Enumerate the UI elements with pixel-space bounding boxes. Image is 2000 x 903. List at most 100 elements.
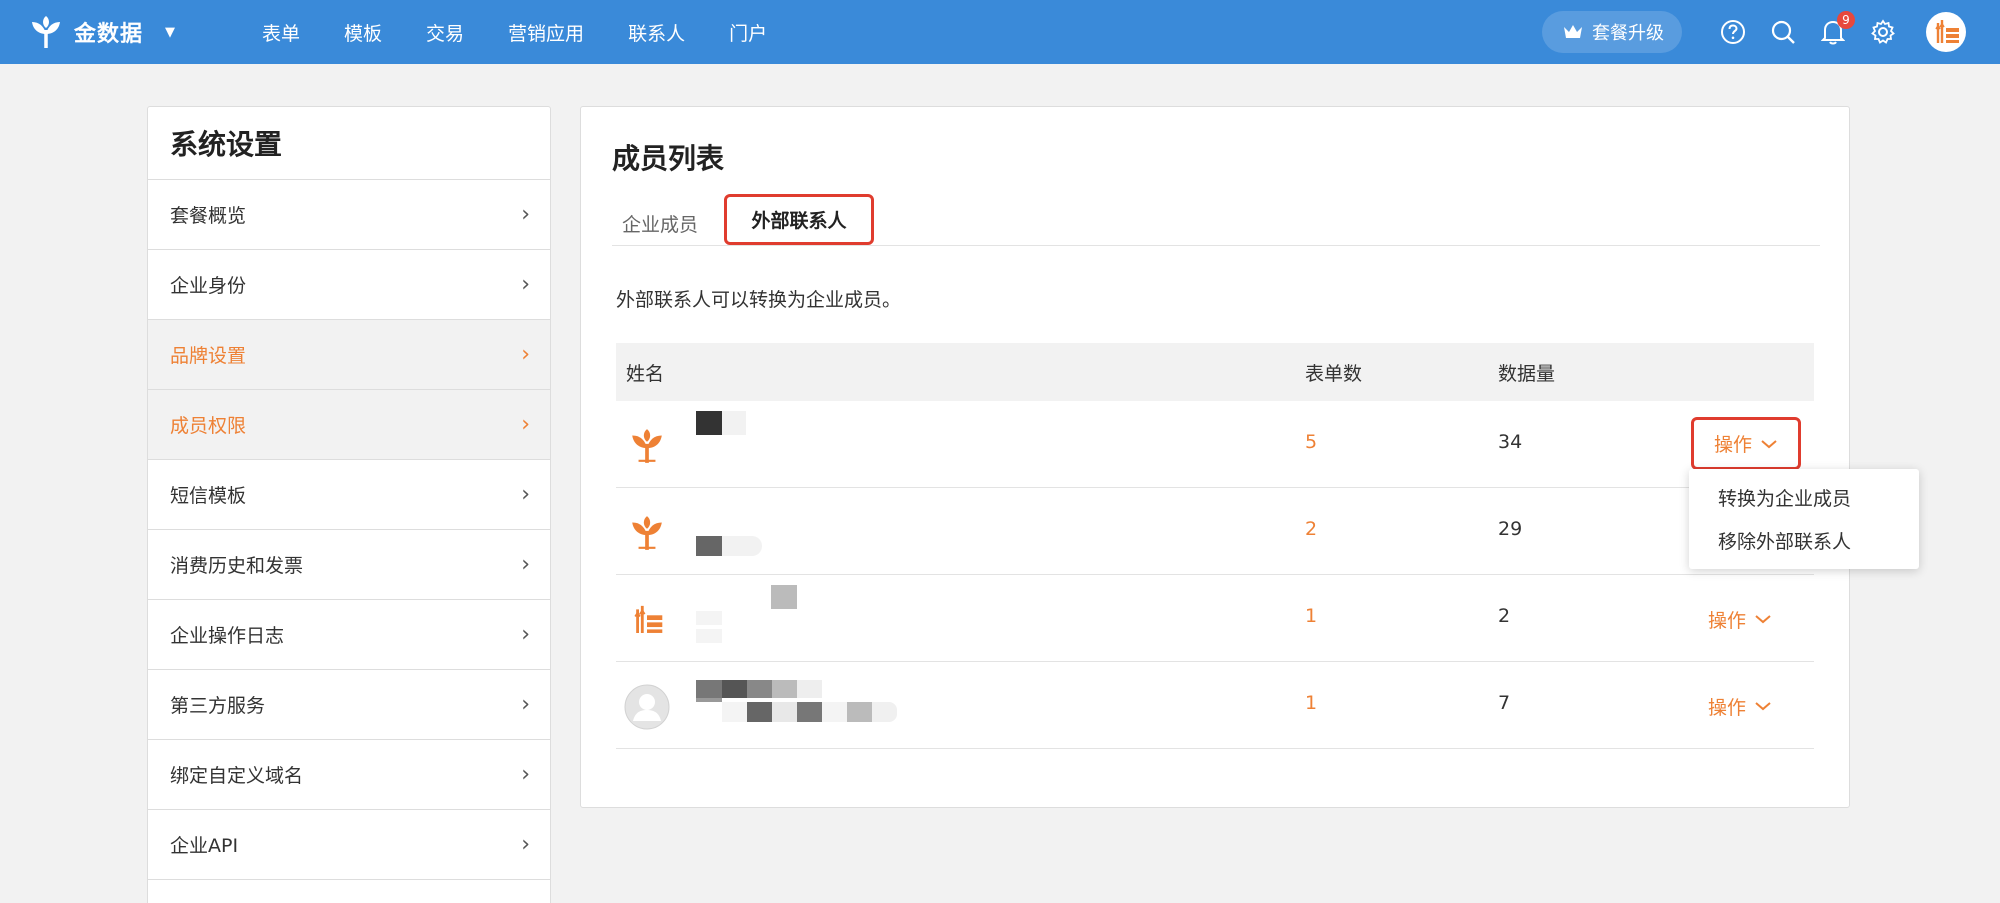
- data-count: 2: [1498, 605, 1511, 627]
- notification-badge: 9: [1837, 11, 1855, 29]
- gear-icon[interactable]: [1869, 18, 1897, 46]
- chevron-down-icon: [1755, 615, 1771, 624]
- actions-dropdown-button[interactable]: 操作: [1708, 600, 1772, 638]
- sidebar-title: 系统设置: [148, 107, 550, 180]
- chevron-right-icon: ›: [521, 342, 530, 367]
- form-count: 5: [1305, 431, 1318, 453]
- nav-item-transactions[interactable]: 交易: [426, 19, 464, 46]
- menu-item-remove-external-contact[interactable]: 移除外部联系人: [1689, 519, 1919, 562]
- sidebar-item-brand-settings[interactable]: 品牌设置 ›: [148, 320, 550, 390]
- sidebar-item-label: 企业API: [170, 835, 239, 857]
- sidebar-item-billing-history[interactable]: 消费历史和发票 ›: [148, 530, 550, 600]
- sidebar-item-operation-log[interactable]: 企业操作日志 ›: [148, 600, 550, 670]
- avatar: [624, 597, 670, 643]
- actions-label: 操作: [1713, 434, 1752, 456]
- chevron-down-icon: [1761, 439, 1777, 448]
- column-header-name: 姓名: [626, 362, 665, 385]
- brand-switcher[interactable]: 金数据 ▼: [28, 0, 175, 64]
- page-title: 成员列表: [612, 142, 725, 175]
- table-header: 姓名 表单数 数据量: [616, 343, 1814, 401]
- chevron-right-icon: ›: [521, 692, 530, 717]
- upgrade-plan-button[interactable]: 套餐升级: [1542, 11, 1682, 53]
- crown-icon: [1564, 25, 1582, 38]
- topbar-right: 套餐升级 9: [1542, 0, 1966, 64]
- jinshuju-logo-icon: [32, 16, 60, 48]
- table-row: 2 29: [616, 488, 1814, 575]
- jinshuju-logo-icon: [632, 516, 662, 550]
- sidebar-item-label: 套餐概览: [170, 205, 247, 227]
- sidebar-item-label: 短信模板: [170, 485, 247, 507]
- table-row: 1 2 操作: [616, 575, 1814, 662]
- sidebar-item-plan-overview[interactable]: 套餐概览 ›: [148, 180, 550, 250]
- search-icon[interactable]: [1769, 18, 1797, 46]
- nav-item-portal[interactable]: 门户: [729, 19, 767, 46]
- redacted-name: [696, 411, 916, 477]
- chevron-right-icon: ›: [521, 412, 530, 437]
- data-count: 7: [1498, 692, 1511, 714]
- jinshuju-wheat-logo-icon: [1935, 20, 1959, 43]
- chevron-right-icon: ›: [521, 622, 530, 647]
- sidebar-item-custom-domain[interactable]: 绑定自定义域名 ›: [148, 740, 550, 810]
- column-header-forms: 表单数: [1305, 362, 1363, 385]
- redacted-name: [696, 585, 916, 651]
- avatar: [624, 510, 670, 556]
- member-list-panel: 成员列表 企业成员 外部联系人 外部联系人可以转换为企业成员。 姓名 表单数 数…: [580, 106, 1850, 808]
- sidebar-item-label: 企业操作日志: [170, 625, 285, 647]
- user-avatar[interactable]: [1926, 12, 1966, 52]
- sidebar-item-label: 企业身份: [170, 275, 247, 297]
- chevron-right-icon: ›: [521, 552, 530, 577]
- caret-down-icon: ▼: [165, 24, 176, 40]
- nav-item-marketing-apps[interactable]: 营销应用: [508, 19, 584, 46]
- redacted-name: [696, 498, 916, 564]
- top-navbar: 金数据 ▼ 表单 模板 交易 营销应用 联系人 门户 套餐升级 9: [0, 0, 2000, 64]
- actions-label: 操作: [1708, 696, 1747, 719]
- sidebar-item-label: 品牌设置: [170, 345, 247, 367]
- avatar: [624, 684, 670, 730]
- member-tabs: 企业成员 外部联系人: [612, 194, 1820, 246]
- tab-external-contacts[interactable]: 外部联系人: [724, 194, 874, 245]
- actions-dropdown-button[interactable]: 操作: [1708, 687, 1772, 725]
- main-nav: 表单 模板 交易 营销应用 联系人 门户: [262, 0, 811, 64]
- sidebar-item-label: 消费历史和发票: [170, 555, 304, 577]
- settings-sidebar: 系统设置 套餐概览 › 企业身份 › 品牌设置 › 成员权限 › 短信模板 › …: [147, 106, 551, 903]
- default-user-avatar-icon: [624, 684, 670, 730]
- upgrade-plan-label: 套餐升级: [1592, 23, 1664, 44]
- data-count: 29: [1498, 518, 1523, 540]
- nav-item-forms[interactable]: 表单: [262, 19, 300, 46]
- nav-item-templates[interactable]: 模板: [344, 19, 382, 46]
- sidebar-item-label: 绑定自定义域名: [170, 765, 304, 787]
- redacted-name: [696, 672, 916, 738]
- sidebar-item-third-party-services[interactable]: 第三方服务 ›: [148, 670, 550, 740]
- help-icon[interactable]: [1719, 18, 1747, 46]
- sidebar-item-enterprise-api[interactable]: 企业API ›: [148, 810, 550, 880]
- form-count: 2: [1305, 518, 1318, 540]
- data-count: 34: [1498, 431, 1523, 453]
- tab-description: 外部联系人可以转换为企业成员。: [616, 289, 902, 311]
- form-count: 1: [1305, 692, 1318, 714]
- avatar: [624, 423, 670, 469]
- sidebar-item-label: 成员权限: [170, 415, 247, 437]
- tab-enterprise-members[interactable]: 企业成员: [612, 200, 708, 246]
- notification-bell-icon[interactable]: 9: [1819, 11, 1855, 46]
- form-count: 1: [1305, 605, 1318, 627]
- nav-item-contacts[interactable]: 联系人: [628, 19, 685, 46]
- sidebar-item-label: 第三方服务: [170, 695, 266, 717]
- sidebar-item-sms-templates[interactable]: 短信模板 ›: [148, 460, 550, 530]
- actions-label: 操作: [1708, 609, 1747, 632]
- external-contacts-table: 姓名 表单数 数据量 5 34 操作 2 29 1 2 操作 1 7 操作: [616, 343, 1814, 749]
- actions-dropdown-button[interactable]: 操作: [1691, 417, 1801, 470]
- jinshuju-logo-icon: [632, 429, 662, 463]
- brand-name: 金数据: [74, 22, 144, 47]
- chevron-down-icon: [1755, 702, 1771, 711]
- chevron-right-icon: ›: [521, 832, 530, 857]
- column-header-data: 数据量: [1498, 362, 1556, 385]
- sidebar-item-member-permissions[interactable]: 成员权限 ›: [148, 390, 550, 460]
- chevron-right-icon: ›: [521, 202, 530, 227]
- chevron-right-icon: ›: [521, 762, 530, 787]
- sidebar-item-enterprise-identity[interactable]: 企业身份 ›: [148, 250, 550, 320]
- table-row: 5 34 操作: [616, 401, 1814, 488]
- chevron-right-icon: ›: [521, 482, 530, 507]
- menu-item-convert-to-member[interactable]: 转换为企业成员: [1689, 476, 1919, 519]
- table-row: 1 7 操作: [616, 662, 1814, 749]
- chevron-right-icon: ›: [521, 272, 530, 297]
